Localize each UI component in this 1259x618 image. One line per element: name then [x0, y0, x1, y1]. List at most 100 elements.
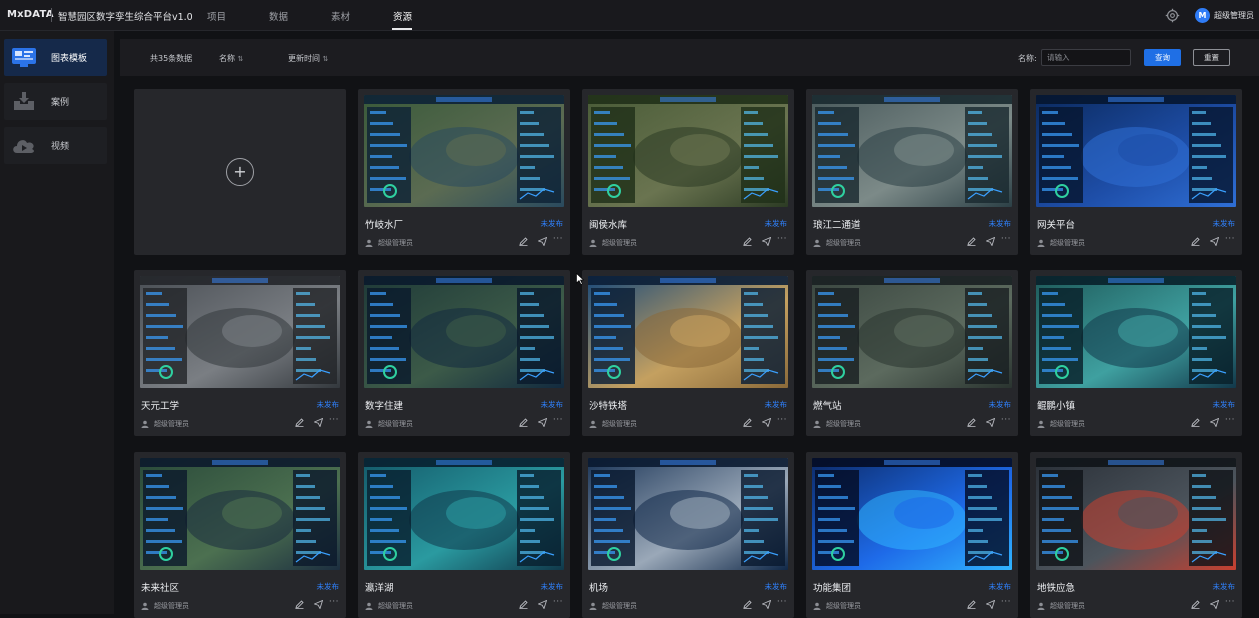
card-author: 超级管理员	[1037, 601, 1085, 611]
more-icon[interactable]: ···	[1225, 415, 1235, 425]
more-icon[interactable]: ···	[1001, 415, 1011, 425]
template-card[interactable]: 闽侯水库 未发布 超级管理员 ···	[582, 89, 794, 255]
tab-resource[interactable]: 资源	[393, 9, 412, 23]
author-name: 超级管理员	[826, 420, 861, 428]
publish-icon[interactable]	[538, 600, 547, 609]
publish-icon[interactable]	[1210, 600, 1219, 609]
edit-icon[interactable]	[1191, 237, 1200, 246]
template-thumbnail[interactable]	[364, 458, 564, 570]
edit-icon[interactable]	[519, 600, 528, 609]
edit-icon[interactable]	[743, 237, 752, 246]
publish-icon[interactable]	[538, 418, 547, 427]
template-thumbnail[interactable]	[364, 95, 564, 207]
sort-by-name[interactable]: 名称 ⇅	[219, 53, 243, 64]
publish-icon[interactable]	[986, 600, 995, 609]
edit-icon[interactable]	[519, 237, 528, 246]
user-icon	[365, 420, 373, 428]
query-button[interactable]: 查询	[1144, 49, 1181, 66]
more-icon[interactable]: ···	[329, 597, 339, 607]
publish-icon[interactable]	[762, 237, 771, 246]
edit-icon[interactable]	[967, 237, 976, 246]
template-thumbnail[interactable]	[140, 458, 340, 570]
user-avatar[interactable]: M	[1195, 8, 1210, 23]
publish-icon[interactable]	[762, 418, 771, 427]
template-thumbnail[interactable]	[812, 95, 1012, 207]
plus-icon: +	[226, 158, 254, 186]
sidebar-item-video[interactable]: 视频	[4, 127, 107, 164]
download-box-icon	[14, 92, 34, 110]
template-card[interactable]: 未来社区 未发布 超级管理员 ···	[134, 452, 346, 618]
publish-icon[interactable]	[538, 237, 547, 246]
more-icon[interactable]: ···	[1225, 234, 1235, 244]
user-icon	[813, 602, 821, 610]
edit-icon[interactable]	[743, 418, 752, 427]
more-icon[interactable]: ···	[1225, 597, 1235, 607]
reset-button[interactable]: 重置	[1193, 49, 1230, 66]
edit-icon[interactable]	[1191, 418, 1200, 427]
template-card[interactable]: 数字住建 未发布 超级管理员 ···	[358, 270, 570, 436]
publish-icon[interactable]	[314, 418, 323, 427]
template-thumbnail[interactable]	[588, 95, 788, 207]
template-card[interactable]: 沙特铁塔 未发布 超级管理员 ···	[582, 270, 794, 436]
template-thumbnail[interactable]	[364, 276, 564, 388]
template-card[interactable]: 地铁应急 未发布 超级管理员 ···	[1030, 452, 1242, 618]
more-icon[interactable]: ···	[553, 234, 563, 244]
more-icon[interactable]: ···	[553, 597, 563, 607]
more-icon[interactable]: ···	[1001, 597, 1011, 607]
template-thumbnail[interactable]	[1036, 276, 1236, 388]
template-thumbnail[interactable]	[588, 458, 788, 570]
publish-icon[interactable]	[1210, 237, 1219, 246]
publish-icon[interactable]	[762, 600, 771, 609]
card-title: 未来社区	[141, 583, 180, 594]
tab-project[interactable]: 项目	[207, 9, 226, 23]
publish-icon[interactable]	[986, 418, 995, 427]
template-thumbnail[interactable]	[812, 458, 1012, 570]
template-card[interactable]: 琅江二通道 未发布 超级管理员 ···	[806, 89, 1018, 255]
new-template-card[interactable]: +	[134, 89, 346, 255]
template-card[interactable]: 网关平台 未发布 超级管理员 ···	[1030, 89, 1242, 255]
template-thumbnail[interactable]	[812, 276, 1012, 388]
sort-label: 名称	[219, 54, 235, 63]
more-icon[interactable]: ···	[329, 415, 339, 425]
edit-icon[interactable]	[743, 600, 752, 609]
template-thumbnail[interactable]	[1036, 458, 1236, 570]
template-thumbnail[interactable]	[140, 276, 340, 388]
template-card[interactable]: 机场 未发布 超级管理员 ···	[582, 452, 794, 618]
more-icon[interactable]: ···	[777, 234, 787, 244]
name-search-input[interactable]	[1041, 49, 1131, 66]
more-icon[interactable]: ···	[777, 415, 787, 425]
tab-data[interactable]: 数据	[269, 9, 288, 23]
edit-icon[interactable]	[967, 418, 976, 427]
sidebar-item-cases[interactable]: 案例	[4, 83, 107, 120]
user-name[interactable]: 超级管理员	[1214, 10, 1254, 21]
card-title: 竹岐水厂	[365, 220, 404, 231]
user-icon	[1037, 602, 1045, 610]
template-card[interactable]: 鲲鹏小镇 未发布 超级管理员 ···	[1030, 270, 1242, 436]
edit-icon[interactable]	[295, 600, 304, 609]
more-icon[interactable]: ···	[777, 597, 787, 607]
publish-icon[interactable]	[986, 237, 995, 246]
app-title: 智慧园区数字孪生综合平台v1.0	[58, 12, 193, 23]
template-thumbnail[interactable]	[588, 276, 788, 388]
sidebar: 图表模板 案例 视频	[0, 31, 114, 614]
edit-icon[interactable]	[295, 418, 304, 427]
sort-by-update-time[interactable]: 更新时间 ⇅	[288, 53, 328, 64]
publish-icon[interactable]	[314, 600, 323, 609]
template-card[interactable]: 燃气站 未发布 超级管理员 ···	[806, 270, 1018, 436]
edit-icon[interactable]	[967, 600, 976, 609]
template-card[interactable]: 竹岐水厂 未发布 超级管理员 ···	[358, 89, 570, 255]
settings-icon[interactable]	[1165, 8, 1180, 23]
card-title: 数字住建	[365, 401, 404, 412]
edit-icon[interactable]	[519, 418, 528, 427]
edit-icon[interactable]	[1191, 600, 1200, 609]
template-card[interactable]: 瀛洋湖 未发布 超级管理员 ···	[358, 452, 570, 618]
more-icon[interactable]: ···	[1001, 234, 1011, 244]
template-card[interactable]: 天元工学 未发布 超级管理员 ···	[134, 270, 346, 436]
more-icon[interactable]: ···	[553, 415, 563, 425]
template-thumbnail[interactable]	[1036, 95, 1236, 207]
filter-bar: 共35条数据 名称 ⇅ 更新时间 ⇅ 名称: 查询 重置	[120, 39, 1259, 76]
sidebar-item-chart-templates[interactable]: 图表模板	[4, 39, 107, 76]
publish-icon[interactable]	[1210, 418, 1219, 427]
tab-material[interactable]: 素材	[331, 9, 350, 23]
template-card[interactable]: 功能集团 未发布 超级管理员 ···	[806, 452, 1018, 618]
